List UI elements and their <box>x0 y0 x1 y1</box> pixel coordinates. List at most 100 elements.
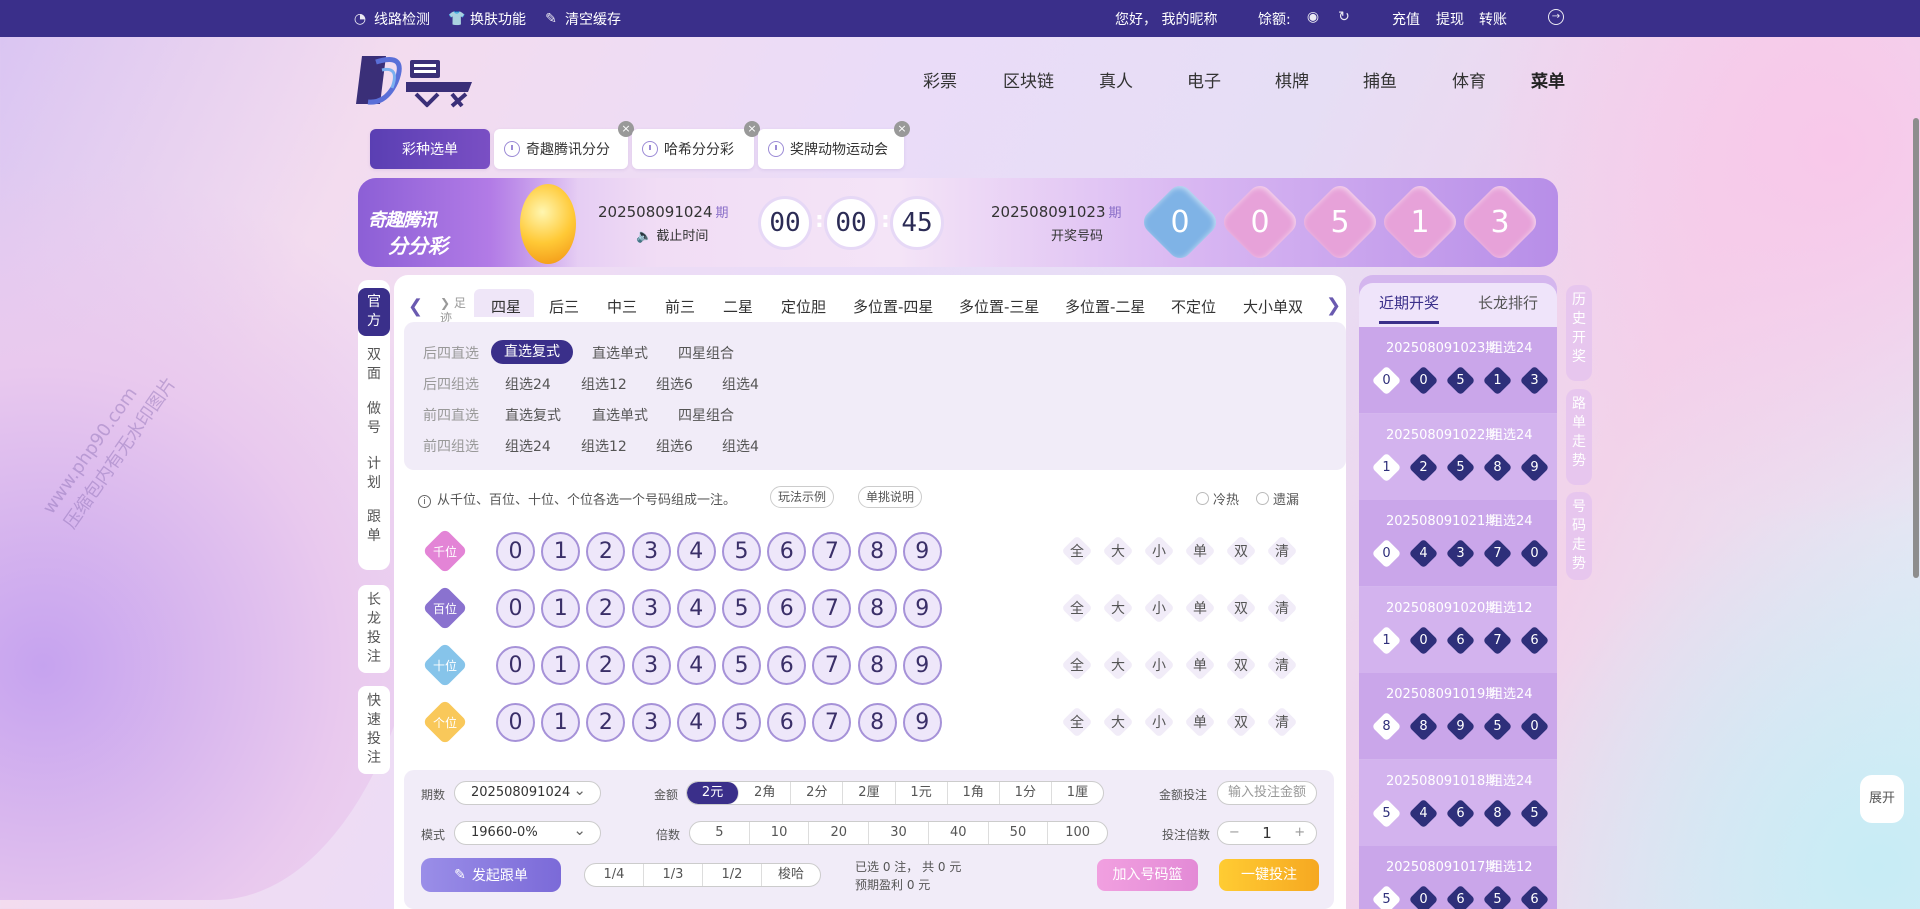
chevron-left-icon[interactable]: ❮ <box>408 296 423 317</box>
nav-blockchain[interactable]: 区块链 <box>1003 67 1054 92</box>
digit-ball[interactable]: 6 <box>767 532 807 571</box>
digit-ball[interactable]: 5 <box>722 532 761 571</box>
sub-play-option[interactable]: 组选4 <box>722 374 759 394</box>
sub-play-option[interactable]: 直选单式 <box>592 343 648 363</box>
fraction-selector[interactable]: 1/4 1/3 1/2 梭哈 <box>584 863 821 887</box>
sidebar-item-makenum[interactable]: 做号 <box>358 400 390 438</box>
tab-big-small[interactable]: 大小单双 <box>1243 296 1303 317</box>
segment-option[interactable]: 20 <box>809 822 870 844</box>
segment-option[interactable]: 10 <box>750 822 810 844</box>
withdraw-link[interactable]: 提现 <box>1436 9 1464 29</box>
segment-option[interactable]: 40 <box>929 822 989 844</box>
digit-ball[interactable]: 6 <box>767 646 807 685</box>
quick-bet-button[interactable]: 快速投注 <box>358 686 390 774</box>
road-trend-link[interactable]: 路单走势 <box>1566 389 1592 485</box>
digit-ball[interactable]: 1 <box>541 532 581 571</box>
sub-play-option[interactable]: 组选12 <box>581 374 627 394</box>
long-dragon-bet-button[interactable]: 长龙投注 <box>358 585 390 673</box>
quick-select-2[interactable]: 小 <box>1144 707 1174 737</box>
digit-ball[interactable]: 4 <box>676 646 716 685</box>
segment-option[interactable]: 2分 <box>791 782 844 804</box>
tab-multi-four[interactable]: 多位置-四星 <box>853 296 933 317</box>
start-follow-button[interactable]: ✎ 发起跟单 <box>421 858 561 892</box>
quick-select-0[interactable]: 全 <box>1062 593 1092 623</box>
sub-play-active[interactable]: 直选复式 <box>491 340 573 364</box>
quick-select-0[interactable]: 全 <box>1062 650 1092 680</box>
segment-option[interactable]: 50 <box>989 822 1049 844</box>
sidebar-item-official[interactable]: 官方 <box>358 288 390 336</box>
missing-radio[interactable]: 遗漏 <box>1256 489 1299 508</box>
tab-last-three[interactable]: 后三 <box>549 296 579 317</box>
minus-button[interactable]: − <box>1218 822 1251 844</box>
digit-ball[interactable]: 6 <box>767 589 807 628</box>
tab-recent-draws[interactable]: 近期开奖 <box>1379 292 1440 324</box>
digit-ball[interactable]: 9 <box>902 589 942 628</box>
sub-play-option[interactable]: 四星组合 <box>678 343 734 363</box>
amount-input[interactable]: 输入投注金额 <box>1217 781 1317 805</box>
segment-option[interactable]: 梭哈 <box>762 864 820 886</box>
sub-play-option[interactable]: 直选单式 <box>592 405 648 425</box>
segment-option[interactable]: 2元 <box>687 782 740 804</box>
sub-play-option[interactable]: 四星组合 <box>678 405 734 425</box>
digit-ball[interactable]: 0 <box>496 646 535 685</box>
quick-select-3[interactable]: 单 <box>1185 593 1215 623</box>
tab-two-star[interactable]: 二星 <box>723 296 753 317</box>
tab-unfixed[interactable]: 不定位 <box>1171 296 1216 317</box>
scrollbar[interactable] <box>1913 118 1919 578</box>
nav-menu[interactable]: 菜单 <box>1531 67 1565 92</box>
digit-ball[interactable]: 8 <box>857 532 897 571</box>
multiple-stepper[interactable]: − 1 + <box>1217 821 1317 845</box>
digit-ball[interactable]: 0 <box>496 703 535 742</box>
quick-select-4[interactable]: 双 <box>1226 536 1256 566</box>
lottery-menu-tab[interactable]: 彩种选单 <box>370 129 490 169</box>
quick-select-5[interactable]: 清 <box>1267 650 1297 680</box>
tab-multi-three[interactable]: 多位置-三星 <box>959 296 1039 317</box>
quick-select-5[interactable]: 清 <box>1267 536 1297 566</box>
digit-ball[interactable]: 9 <box>902 703 942 742</box>
plus-button[interactable]: + <box>1283 822 1316 844</box>
quick-select-4[interactable]: 双 <box>1226 650 1256 680</box>
digit-ball[interactable]: 0 <box>496 589 535 628</box>
quick-select-1[interactable]: 大 <box>1103 536 1133 566</box>
quick-select-0[interactable]: 全 <box>1062 536 1092 566</box>
segment-option[interactable]: 1厘 <box>1052 782 1103 804</box>
tab-four-star[interactable]: 四星 <box>474 289 534 317</box>
recharge-link[interactable]: 充值 <box>1392 9 1420 29</box>
mode-select[interactable]: 19660-0% <box>454 819 601 845</box>
tab-qiqu-tencent[interactable]: 奇趣腾讯分分 × <box>494 121 634 169</box>
nav-chess[interactable]: 棋牌 <box>1275 67 1309 92</box>
segment-option[interactable]: 1角 <box>948 782 1000 804</box>
segment-option[interactable]: 1/4 <box>585 864 644 886</box>
quick-select-2[interactable]: 小 <box>1144 536 1174 566</box>
chevron-right-icon[interactable]: ❯ <box>1326 295 1341 316</box>
tab-medal-animal[interactable]: 奖牌动物运动会 × <box>758 121 910 169</box>
digit-ball[interactable]: 6 <box>767 703 807 742</box>
digit-ball[interactable]: 1 <box>541 589 581 628</box>
digit-ball[interactable]: 5 <box>722 646 761 685</box>
sidebar-item-twosided[interactable]: 双面 <box>358 346 390 384</box>
sub-play-option[interactable]: 直选复式 <box>505 405 561 425</box>
number-trend-link[interactable]: 号码走势 <box>1566 492 1592 580</box>
add-to-basket-button[interactable]: 加入号码篮 <box>1097 859 1198 891</box>
digit-ball[interactable]: 1 <box>541 646 581 685</box>
clear-cache-button[interactable]: ✎ 清空缓存 <box>543 9 621 29</box>
segment-option[interactable]: 2角 <box>739 782 792 804</box>
multiple-selector[interactable]: 5 10 20 30 40 50 100 <box>689 821 1108 845</box>
refresh-icon[interactable]: ↻ <box>1336 9 1352 25</box>
digit-ball[interactable]: 1 <box>541 703 581 742</box>
digit-ball[interactable]: 3 <box>631 589 671 628</box>
digit-ball[interactable]: 3 <box>631 646 671 685</box>
quick-select-3[interactable]: 单 <box>1185 707 1215 737</box>
quick-select-2[interactable]: 小 <box>1144 593 1174 623</box>
play-example-button[interactable]: 玩法示例 <box>770 486 834 508</box>
quick-select-5[interactable]: 清 <box>1267 707 1297 737</box>
sub-play-option[interactable]: 组选4 <box>722 436 759 456</box>
quick-select-5[interactable]: 清 <box>1267 593 1297 623</box>
sub-play-option[interactable]: 组选24 <box>505 374 551 394</box>
digit-ball[interactable]: 9 <box>902 532 942 571</box>
digit-ball[interactable]: 8 <box>857 703 897 742</box>
digit-ball[interactable]: 4 <box>676 589 716 628</box>
multiple-value[interactable]: 1 <box>1251 822 1284 844</box>
nav-lottery[interactable]: 彩票 <box>923 67 957 92</box>
quick-select-3[interactable]: 单 <box>1185 536 1215 566</box>
